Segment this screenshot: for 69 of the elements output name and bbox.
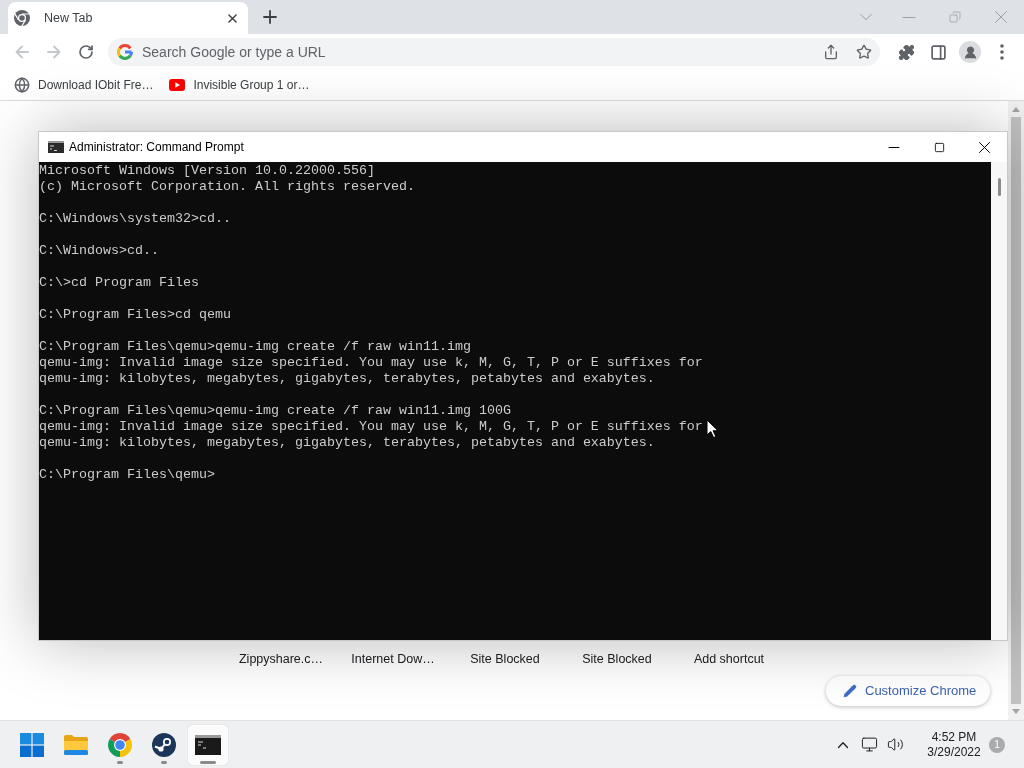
scrollbar-thumb[interactable] bbox=[1011, 117, 1021, 704]
shortcut-tile[interactable]: Internet Dow… bbox=[337, 650, 449, 668]
console-line: qemu-img: kilobytes, megabytes, gigabytes, terabytes, petabytes and exabytes. bbox=[39, 435, 655, 451]
address-bar[interactable]: Search Google or type a URL bbox=[108, 38, 880, 66]
browser-tab[interactable]: New Tab bbox=[8, 2, 248, 34]
avatar-icon bbox=[959, 41, 981, 63]
scroll-up-arrow-icon bbox=[1012, 107, 1020, 112]
console-line: (c) Microsoft Corporation. All rights reserved. bbox=[39, 179, 415, 195]
scrollbar-thumb[interactable] bbox=[997, 178, 1001, 196]
side-panel-icon bbox=[929, 43, 947, 61]
globe-icon bbox=[14, 77, 30, 93]
page-scrollbar[interactable] bbox=[1008, 101, 1024, 720]
window-title: Administrator: Command Prompt bbox=[69, 139, 244, 156]
taskbar-app-button[interactable] bbox=[188, 724, 228, 765]
pencil-icon bbox=[843, 684, 857, 698]
play-button-icon bbox=[169, 79, 186, 91]
console-line: C:\Windows>cd.. bbox=[39, 243, 159, 259]
clock-time: 4:52 PM bbox=[931, 729, 977, 745]
console-line: qemu-img: Invalid image size specified. You may use k, M, G, T, P or E suffixes for bbox=[39, 355, 703, 371]
console-line: C:\Program Files\qemu>qemu-img create /f raw win11.img bbox=[39, 339, 471, 355]
console-line: C:\Windows\system32>cd.. bbox=[39, 211, 231, 227]
bookmark-item[interactable]: Download IObit Fre… bbox=[8, 73, 160, 97]
google-logo-icon bbox=[117, 44, 133, 60]
terminal-icon bbox=[48, 141, 64, 153]
forward-arrow-icon bbox=[47, 45, 61, 59]
scroll-down-arrow-icon bbox=[1012, 709, 1020, 714]
console-line: qemu-img: Invalid image size specified. You may use k, M, G, T, P or E suffixes for bbox=[39, 419, 703, 435]
chevron-up-icon bbox=[838, 741, 848, 748]
minimize-icon bbox=[903, 16, 915, 18]
terminal-icon bbox=[195, 734, 221, 755]
chevron-down-icon bbox=[860, 14, 872, 20]
monitor-icon bbox=[860, 736, 878, 753]
share-icon bbox=[823, 44, 839, 60]
shortcut-tile[interactable]: Site Blocked bbox=[449, 650, 561, 668]
minimize-icon bbox=[889, 146, 899, 148]
clock-date: 3/29/2022 bbox=[927, 744, 981, 760]
close-icon bbox=[227, 13, 237, 23]
console-scrollbar[interactable] bbox=[991, 162, 1007, 640]
clock-button[interactable]: 4:52 PM 3/29/2022 bbox=[918, 724, 990, 765]
mouse-pointer-icon bbox=[706, 419, 719, 439]
close-icon bbox=[978, 141, 990, 153]
console-line: qemu-img: kilobytes, megabytes, gigabytes, terabytes, petabytes and exabytes. bbox=[39, 371, 655, 387]
plus-icon bbox=[264, 11, 276, 23]
tab-title: New Tab bbox=[44, 9, 93, 27]
shortcut-tile[interactable]: Zippyshare.c… bbox=[225, 650, 337, 668]
back-arrow-icon bbox=[15, 45, 29, 59]
restore-icon bbox=[949, 11, 961, 23]
shortcut-tile[interactable]: Site Blocked bbox=[561, 650, 673, 668]
address-input[interactable]: Search Google or type a URL bbox=[142, 41, 817, 63]
console-line: C:\Program Files\qemu>qemu-img create /f raw win11.img 100G bbox=[39, 403, 511, 419]
bookmark-item[interactable]: Invisible Group 1 or… bbox=[163, 73, 316, 97]
menu-icon bbox=[1000, 44, 1004, 60]
maximize-icon bbox=[933, 141, 945, 153]
puzzle-icon bbox=[897, 43, 915, 61]
customize-chrome-button[interactable]: Customize Chrome bbox=[826, 676, 990, 706]
steam-logo-icon bbox=[152, 732, 176, 757]
chrome-logo-icon bbox=[14, 10, 30, 26]
console-line: C:\Program Files>cd qemu bbox=[39, 307, 231, 323]
reload-icon bbox=[78, 44, 94, 60]
console-line: C:\>cd Program Files bbox=[39, 275, 199, 291]
start-icon bbox=[20, 732, 44, 757]
star-icon bbox=[856, 44, 872, 60]
folder-icon bbox=[64, 734, 88, 755]
console-line: Microsoft Windows [Version 10.0.22000.556] bbox=[39, 163, 375, 179]
speaker-icon bbox=[886, 736, 904, 753]
console-line: C:\Program Files\qemu> bbox=[39, 467, 215, 483]
chrome-logo-icon bbox=[108, 732, 132, 757]
close-icon bbox=[995, 11, 1007, 23]
shortcut-tile[interactable]: Add shortcut bbox=[673, 650, 785, 668]
